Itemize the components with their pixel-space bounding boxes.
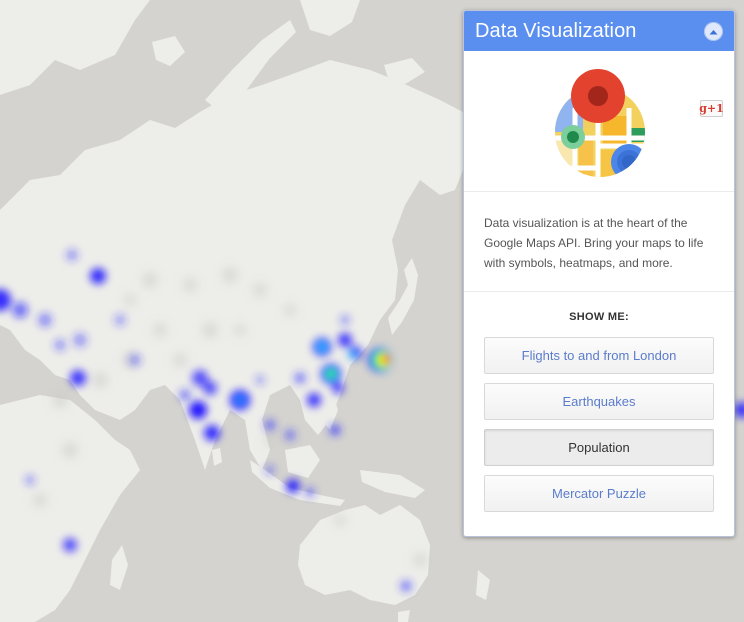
maps-data-viz-logo (555, 69, 645, 177)
flights-button[interactable]: Flights to and from London (484, 337, 714, 374)
mercator-puzzle-button[interactable]: Mercator Puzzle (484, 475, 714, 512)
panel-title: Data Visualization (475, 19, 637, 42)
tasmania (398, 610, 410, 622)
population-button[interactable]: Population (484, 429, 714, 466)
logo-area: g+1 (464, 51, 734, 192)
panel-header[interactable]: Data Visualization (464, 11, 734, 51)
show-me-label: SHOW ME: (569, 311, 629, 323)
google-plus-one-button[interactable]: g+1 (699, 100, 724, 117)
earthquakes-button[interactable]: Earthquakes (484, 383, 714, 420)
data-visualization-panel: Data Visualization g+1 Data visualizatio… (463, 10, 735, 537)
chevron-up-icon[interactable] (704, 22, 723, 41)
panel-description: Data visualization is at the heart of th… (464, 192, 734, 292)
